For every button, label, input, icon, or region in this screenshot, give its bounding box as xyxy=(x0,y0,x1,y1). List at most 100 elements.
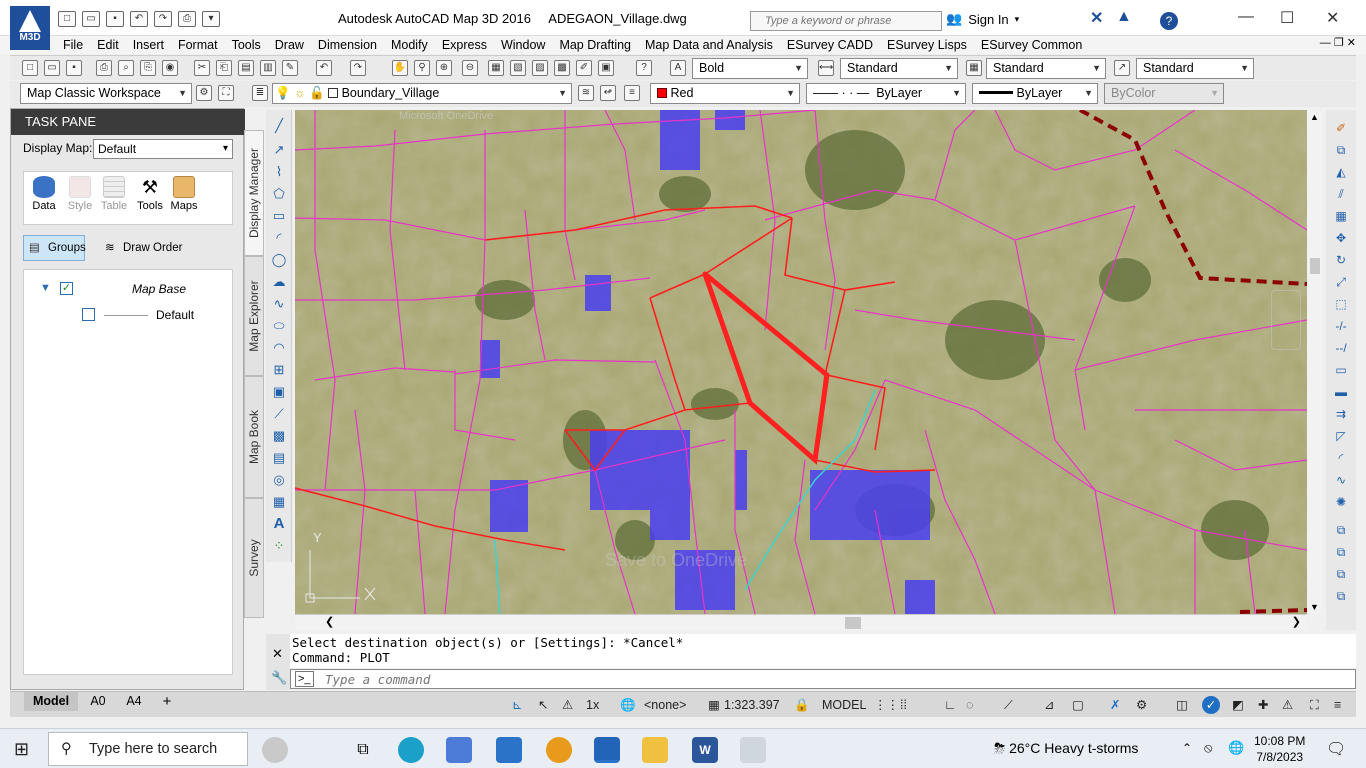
menu-dimension[interactable]: Dimension xyxy=(311,36,384,54)
tab-map-book[interactable]: Map Book xyxy=(244,376,264,498)
lock-icon[interactable]: 🔒 xyxy=(794,696,810,714)
task-view-icon[interactable]: ⧉ xyxy=(350,737,376,763)
vertical-scrollbar[interactable]: ▲ ▼ xyxy=(1307,110,1323,614)
open-icon[interactable]: ▭ xyxy=(44,60,60,76)
rotate-icon[interactable]: ↻ xyxy=(1333,252,1349,268)
layer-previous-icon[interactable]: ↫ xyxy=(600,85,616,101)
tool-palettes-icon[interactable]: ▨ xyxy=(532,60,548,76)
grid-icon[interactable]: ⋮⋮ xyxy=(874,696,899,714)
properties-icon[interactable]: ▦ xyxy=(488,60,504,76)
document-window-controls[interactable]: — ❐ ✕ xyxy=(1320,36,1356,49)
default-layer-checkbox[interactable] xyxy=(82,308,95,321)
chevron-down-icon[interactable]: ▼ xyxy=(1310,602,1319,612)
clean-screen-icon[interactable]: ⛶ xyxy=(1310,696,1319,714)
annotation-zoom[interactable]: 1x xyxy=(586,696,599,714)
add-selected-icon[interactable]: ⁘ xyxy=(271,538,287,554)
make-block-icon[interactable]: ▣ xyxy=(271,384,287,400)
redo-icon[interactable]: ↷ xyxy=(154,11,172,27)
taskbar-search[interactable]: ⚲ Type here to search xyxy=(48,732,248,766)
annotation-visibility-icon[interactable]: ✗ xyxy=(1110,696,1120,714)
isolate-objects-icon[interactable]: ✓ xyxy=(1202,696,1220,714)
menu-window[interactable]: Window xyxy=(494,36,552,54)
help-icon[interactable]: ? xyxy=(1160,12,1178,30)
multiline-text-icon[interactable]: A xyxy=(271,516,287,532)
scale-icon[interactable]: ⤢ xyxy=(1333,274,1349,290)
display-map-select[interactable]: Default ▾ xyxy=(93,139,233,159)
units-icon[interactable]: ◫ xyxy=(1176,696,1188,714)
weather-widget[interactable]: ⛈ 26°C Heavy t-storms xyxy=(994,740,1138,757)
paste-icon[interactable]: ▤ xyxy=(238,60,254,76)
viewport-scale[interactable]: 1:323.397 xyxy=(724,696,780,714)
search-highlight-icon[interactable] xyxy=(262,737,288,763)
workspace-settings-icon[interactable]: ⚙ xyxy=(196,85,212,101)
tab-a0[interactable]: A0 xyxy=(84,692,112,711)
layer-state-icon[interactable]: ≡ xyxy=(624,85,640,101)
draworder-under-icon[interactable]: ⧉ xyxy=(1333,588,1349,604)
menu-insert[interactable]: Insert xyxy=(126,36,171,54)
array-icon[interactable]: ▦ xyxy=(1333,208,1349,224)
zoom-previous-icon[interactable]: ⊖ xyxy=(462,60,478,76)
minimize-icon[interactable]: — xyxy=(1238,8,1254,26)
plot-icon[interactable]: ⎙ xyxy=(96,60,112,76)
lineweight-select[interactable]: ByLayer ▼ xyxy=(972,83,1098,104)
customize-icon[interactable]: 🔧 xyxy=(271,670,287,686)
fillet-icon[interactable]: ◜ xyxy=(1333,450,1349,466)
tab-model[interactable]: Model xyxy=(24,692,78,711)
clean-screen-icon[interactable]: ⛶ xyxy=(218,85,234,101)
copy-icon[interactable]: ⎗ xyxy=(216,60,232,76)
trim-icon[interactable]: -/- xyxy=(1333,318,1349,334)
menu-modify[interactable]: Modify xyxy=(384,36,435,54)
point-icon[interactable]: ⟋ xyxy=(271,406,287,422)
open-icon[interactable]: ▭ xyxy=(82,11,100,27)
horizontal-scrollbar[interactable]: ❮ ❯ xyxy=(295,614,1307,630)
copy-object-icon[interactable]: ⧉ xyxy=(1333,142,1349,158)
plot-preview-icon[interactable]: ⌕ xyxy=(118,60,134,76)
osnap-tracking-icon[interactable]: ⟋ xyxy=(1004,696,1013,714)
plotstyle-select[interactable]: ByColor ▼ xyxy=(1104,83,1224,104)
style-button[interactable]: Style xyxy=(62,176,98,222)
markup-icon[interactable]: ✐ xyxy=(576,60,592,76)
new-icon[interactable]: □ xyxy=(22,60,38,76)
text-style-icon[interactable]: A xyxy=(670,60,686,76)
menu-file[interactable]: File xyxy=(56,36,90,54)
scale-icon[interactable]: ▦ xyxy=(708,696,720,714)
workspace-select[interactable]: Map Classic Workspace ▼ xyxy=(20,83,192,104)
redo-icon[interactable]: ↷ xyxy=(350,60,366,76)
save-icon[interactable]: ▪ xyxy=(66,60,82,76)
lineweight-icon[interactable]: ⊿ xyxy=(1044,696,1054,714)
match-properties-icon[interactable]: ✎ xyxy=(282,60,298,76)
ortho-icon[interactable]: ∟ xyxy=(944,696,956,714)
draworder-above-icon[interactable]: ⧉ xyxy=(1333,566,1349,582)
search-box[interactable] xyxy=(750,11,942,31)
extend-icon[interactable]: --/ xyxy=(1333,340,1349,356)
color-select[interactable]: Red ▼ xyxy=(650,83,800,104)
menu-draw[interactable]: Draw xyxy=(268,36,311,54)
break-at-point-icon[interactable]: ▭ xyxy=(1333,362,1349,378)
snap-mode-icon[interactable]: ⊾ xyxy=(512,696,522,714)
line-icon[interactable]: ╱ xyxy=(271,118,287,134)
paste-block-icon[interactable]: ▥ xyxy=(260,60,276,76)
mirror-icon[interactable]: ◭ xyxy=(1333,164,1349,180)
graphics-performance-icon[interactable]: ◩ xyxy=(1232,696,1244,714)
table-icon[interactable]: ▦ xyxy=(271,494,287,510)
table-style-select[interactable]: Standard ▼ xyxy=(986,58,1106,79)
construction-line-icon[interactable]: ↗ xyxy=(271,142,287,158)
new-icon[interactable]: □ xyxy=(58,11,76,27)
offset-icon[interactable]: ⫽ xyxy=(1333,186,1349,202)
linetype-select[interactable]: —— · · — ByLayer ▼ xyxy=(806,83,966,104)
make-current-layer-icon[interactable]: ≋ xyxy=(578,85,594,101)
draworder-back-icon[interactable]: ⧉ xyxy=(1333,544,1349,560)
chamfer-icon[interactable]: ◸ xyxy=(1333,428,1349,444)
command-prompt-icon[interactable]: >_ xyxy=(295,671,314,687)
autocad-taskbar-icon[interactable] xyxy=(594,737,620,763)
sheet-set-icon[interactable]: ▩ xyxy=(554,60,570,76)
insert-block-icon[interactable]: ⊞ xyxy=(271,362,287,378)
scroll-thumb[interactable] xyxy=(1310,258,1320,274)
dim-style-icon[interactable]: ⟷ xyxy=(818,60,834,76)
language-icon[interactable]: 🌐 xyxy=(1228,740,1244,756)
sign-in-button[interactable]: 👥 Sign In ▾ xyxy=(946,11,1019,27)
menu-format[interactable]: Format xyxy=(171,36,225,54)
annotation-monitor-icon[interactable]: ✚ xyxy=(1258,696,1268,714)
tab-survey[interactable]: Survey xyxy=(244,498,264,618)
publish-icon[interactable]: ⎘ xyxy=(140,60,156,76)
